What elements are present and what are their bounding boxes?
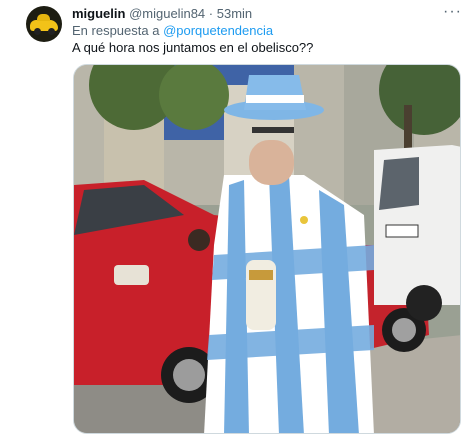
separator: · — [208, 6, 214, 21]
photo-illustration — [74, 65, 460, 433]
tweet[interactable]: miguelin @miguelin84 · 53min ··· En resp… — [0, 0, 474, 444]
tweet-header: miguelin @miguelin84 · 53min — [72, 6, 252, 22]
avatar[interactable] — [26, 6, 62, 42]
display-name[interactable]: miguelin — [72, 6, 125, 21]
reply-context: En respuesta a @porquetendencia — [72, 23, 273, 39]
timestamp[interactable]: 53min — [217, 6, 252, 21]
tweet-photo[interactable] — [73, 64, 461, 434]
tweet-text: A qué hora nos juntamos en el obelisco?? — [72, 40, 314, 55]
reply-mention-link[interactable]: @porquetendencia — [163, 23, 273, 38]
handle[interactable]: @miguelin84 — [129, 6, 205, 21]
reply-prefix: En respuesta a — [72, 23, 164, 38]
more-options-ellipsis-icon[interactable]: ··· — [443, 3, 462, 21]
